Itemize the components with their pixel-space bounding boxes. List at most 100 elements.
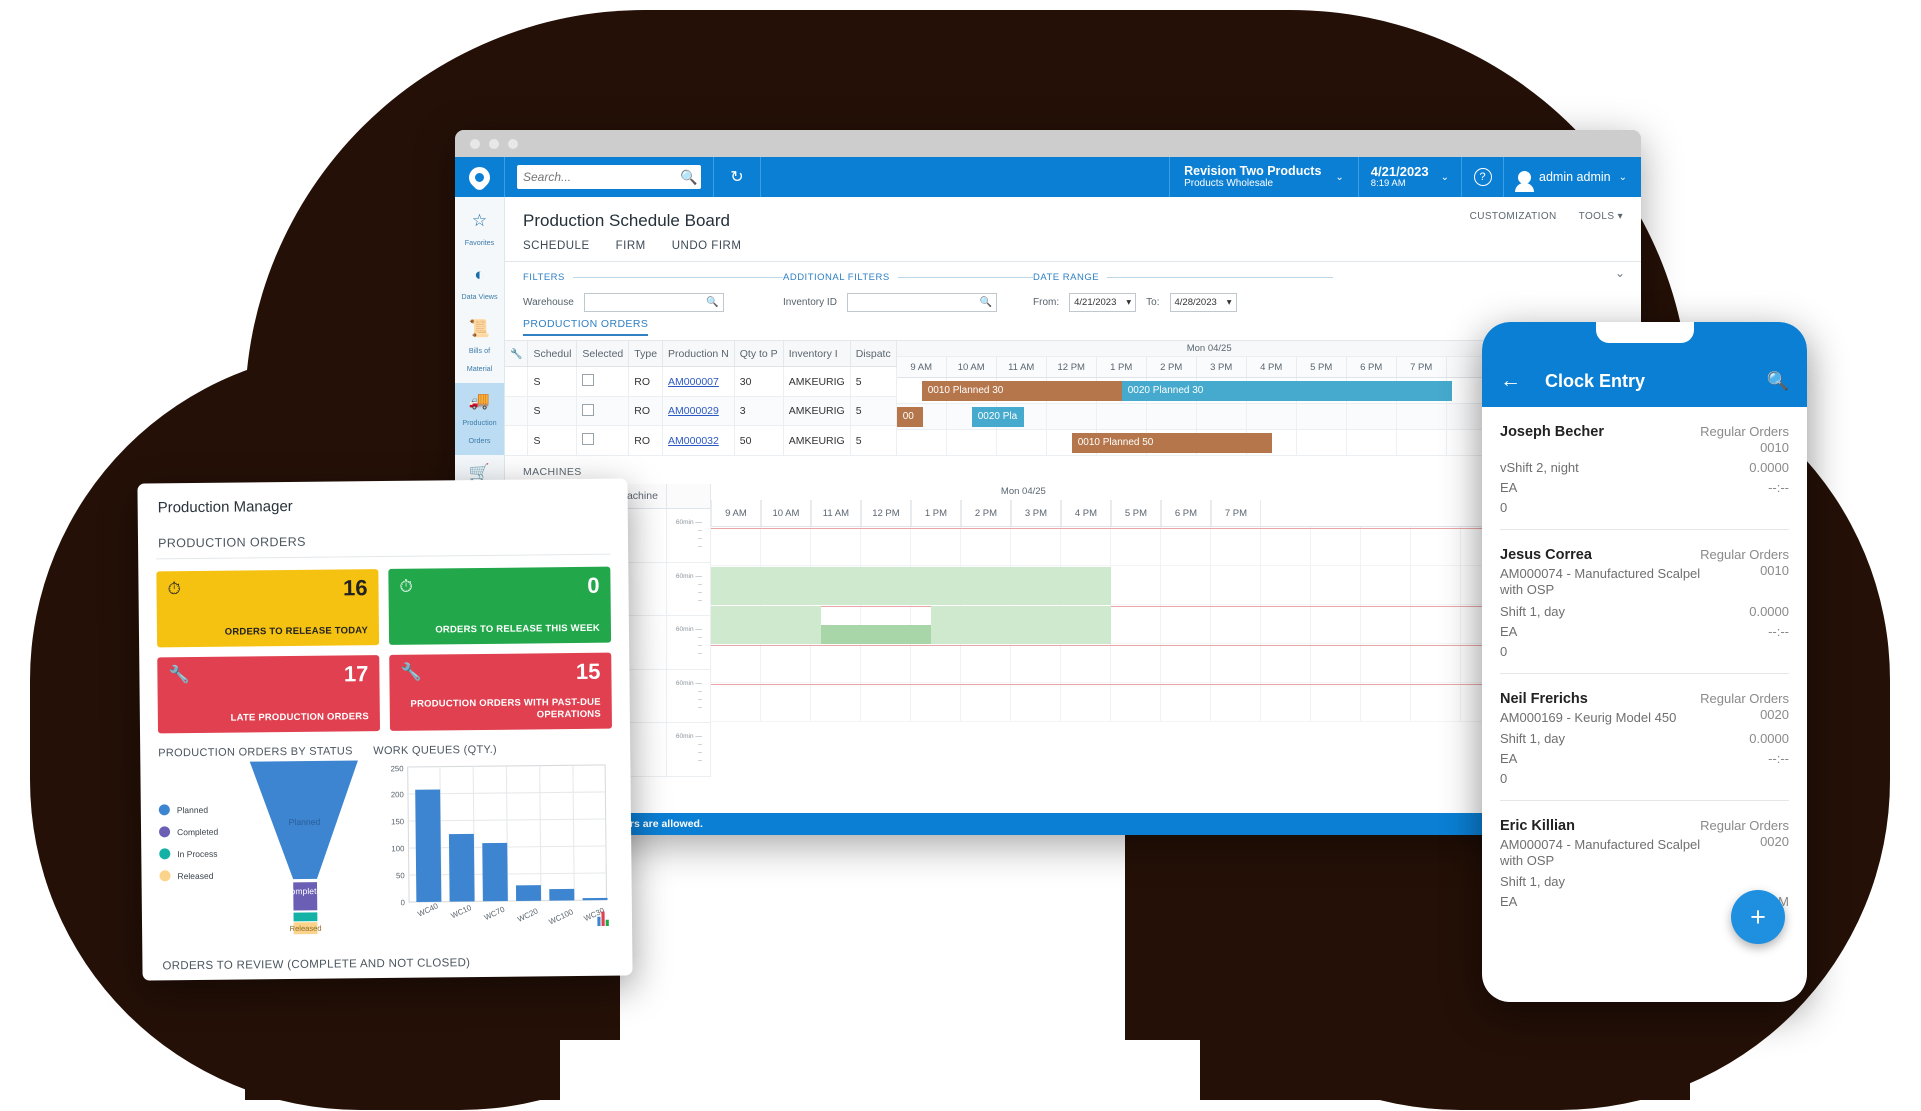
- column-settings-header[interactable]: 🔧: [505, 341, 529, 368]
- gantt-bar[interactable]: 0010 Planned 50: [1071, 433, 1272, 453]
- page-header: Production Schedule Board CUSTOMIZATION …: [505, 197, 1641, 231]
- search-icon[interactable]: 🔍: [706, 297, 718, 308]
- bar-wc20[interactable]: [515, 885, 542, 901]
- table-row[interactable]: S RO AM000007 30 AMKEURIG 5: [505, 366, 897, 397]
- arrow-left-icon[interactable]: ←: [1500, 369, 1521, 393]
- funnel-chart[interactable]: Planned Completed In Process Released Pl…: [158, 760, 365, 935]
- date-range-title-text: DATE RANGE: [1033, 272, 1100, 283]
- machines-hour-tick: 11 AM: [810, 500, 861, 526]
- app-body: ☆ Favorites ◐ Data Views 📜 Bills of Mate…: [455, 197, 1641, 835]
- gantt-bar[interactable]: 00: [896, 407, 923, 427]
- cell-selected[interactable]: [576, 396, 630, 427]
- sidebar-item-label: Production Orders: [462, 418, 497, 445]
- chevron-down-icon: ⌄: [1618, 171, 1627, 183]
- funnel-segment-in-process[interactable]: [293, 912, 318, 922]
- background-blob-cutout-2: [560, 1040, 1200, 1111]
- window-close-dot[interactable]: [470, 138, 480, 149]
- list-item[interactable]: Neil Frerichs Regular Orders AM000169 - …: [1500, 674, 1789, 801]
- list-item[interactable]: Jesus Correa Regular Orders AM000074 - M…: [1500, 530, 1789, 674]
- count-value: 0: [1500, 770, 1508, 786]
- tab-production-orders[interactable]: PRODUCTION ORDERS: [523, 318, 649, 336]
- checkbox[interactable]: [582, 403, 595, 416]
- bar-wc40[interactable]: [415, 789, 442, 902]
- column-header-qty-to-produce[interactable]: Qty to P: [734, 341, 784, 368]
- warehouse-input[interactable]: 🔍: [583, 293, 724, 312]
- kpi-tile-late-production-orders[interactable]: 🔧 17 LATE PRODUCTION ORDERS: [157, 655, 381, 734]
- list-item[interactable]: Joseph Becher Regular Orders 0010 vShift…: [1500, 407, 1789, 530]
- gantt-hour-tick: 2 PM: [1147, 357, 1197, 377]
- gantt-bar[interactable]: 0020 Planned 30: [1121, 381, 1452, 401]
- funnel-chart-container: PRODUCTION ORDERS BY STATUS Planned Comp…: [158, 745, 365, 950]
- bar-wc10[interactable]: [448, 833, 475, 902]
- date-to-select[interactable]: 4/28/2023 ▾: [1169, 293, 1237, 312]
- column-header-selected[interactable]: Selected: [576, 341, 630, 368]
- search-icon[interactable]: 🔍: [979, 297, 991, 308]
- shift-label: vShift 2, night: [1500, 460, 1579, 475]
- load-block[interactable]: [710, 606, 821, 644]
- load-block[interactable]: [710, 567, 1111, 605]
- tab-undo-firm[interactable]: UNDO FIRM: [672, 240, 742, 252]
- user-menu[interactable]: admin admin ⌄: [1503, 157, 1641, 197]
- window-maximize-dot[interactable]: [508, 138, 518, 149]
- column-header-scheduled[interactable]: Schedul: [527, 341, 578, 368]
- tab-firm[interactable]: FIRM: [616, 240, 646, 252]
- collapse-filters-icon[interactable]: ⌄: [1615, 266, 1625, 280]
- load-block-overload[interactable]: [820, 625, 931, 644]
- cell-selected[interactable]: [576, 425, 630, 456]
- bar-wc70[interactable]: [482, 842, 508, 902]
- sidebar-item-bills-of-material[interactable]: 📜 Bills of Material: [455, 311, 504, 383]
- production-order-link[interactable]: AM000007: [668, 376, 719, 388]
- tab-schedule[interactable]: SCHEDULE: [523, 240, 590, 252]
- column-header-inventory-id[interactable]: Inventory I: [783, 341, 851, 368]
- production-order-link[interactable]: AM000029: [668, 405, 719, 417]
- sidebar-item-favorites[interactable]: ☆ Favorites: [455, 203, 504, 257]
- customization-button[interactable]: CUSTOMIZATION: [1470, 211, 1557, 222]
- sidebar-item-data-views[interactable]: ◐ Data Views: [455, 257, 504, 311]
- sidebar-item-production-orders[interactable]: 🚚 Production Orders: [455, 383, 504, 455]
- checkbox[interactable]: [582, 374, 595, 387]
- bar-wc100[interactable]: [549, 888, 575, 901]
- gantt-bar[interactable]: 0010 Planned 30: [921, 381, 1122, 401]
- column-header-production-nbr[interactable]: Production N: [662, 341, 735, 368]
- x-tick: WC100: [547, 907, 575, 927]
- tenant-selector[interactable]: Revision Two Products Products Wholesale…: [1169, 157, 1358, 197]
- cart-plus-icon: 🛒: [468, 463, 491, 482]
- recent-history-button[interactable]: ↻: [713, 157, 761, 197]
- column-header-dispatch[interactable]: Dispatc: [850, 341, 897, 368]
- business-date-selector[interactable]: 4/21/2023 8:19 AM ⌄: [1357, 157, 1461, 197]
- date-to-value: 4/28/2023: [1174, 297, 1217, 308]
- search-box[interactable]: 🔍: [517, 165, 701, 189]
- inventory-id-input[interactable]: 🔍: [846, 293, 997, 312]
- app-logo[interactable]: [455, 157, 505, 197]
- help-button[interactable]: ?: [1461, 157, 1503, 197]
- machines-hour-tick: 10 AM: [760, 500, 811, 526]
- column-header-type[interactable]: Type: [628, 341, 664, 368]
- search-icon[interactable]: 🔍: [1767, 371, 1789, 392]
- warehouse-field-row: Warehouse 🔍: [523, 293, 783, 312]
- add-entry-fab[interactable]: +: [1731, 890, 1785, 944]
- table-row[interactable]: S RO AM000032 50 AMKEURIG 5: [505, 425, 897, 456]
- date-from-select[interactable]: 4/21/2023 ▾: [1069, 293, 1137, 312]
- legend-label: In Process: [177, 848, 218, 859]
- window-minimize-dot[interactable]: [489, 138, 499, 149]
- kpi-label: PRODUCTION ORDERS WITH PAST-DUE OPERATIO…: [410, 696, 601, 721]
- checkbox[interactable]: [582, 433, 595, 446]
- cell-selected[interactable]: [576, 366, 630, 397]
- uom-label: EA: [1500, 623, 1518, 639]
- bar-wc30[interactable]: [582, 897, 608, 901]
- gantt-bar[interactable]: 0020 Pla: [971, 407, 1024, 427]
- y-tick: 50: [396, 871, 405, 880]
- cell-scheduled: S: [527, 366, 578, 397]
- kpi-tile-past-due-operations[interactable]: 🔧 15 PRODUCTION ORDERS WITH PAST-DUE OPE…: [389, 652, 613, 731]
- search-input[interactable]: [523, 170, 680, 184]
- load-block[interactable]: [930, 606, 1111, 644]
- work-queues-bar-chart[interactable]: 250 200 150 100 50 0 WC40 WC10 WC70 WC20: [373, 759, 614, 943]
- tools-button[interactable]: TOOLS ▾: [1579, 211, 1623, 222]
- column-header-capacity: [666, 484, 711, 509]
- kpi-tile-orders-to-release-today[interactable]: ⏱ 16 ORDERS TO RELEASE TODAY: [156, 569, 380, 648]
- production-order-link[interactable]: AM000032: [668, 435, 719, 447]
- kpi-tile-orders-to-release-this-week[interactable]: ⏱ 0 ORDERS TO RELEASE THIS WEEK: [388, 566, 612, 645]
- search-icon[interactable]: 🔍: [680, 169, 697, 186]
- table-row[interactable]: S RO AM000029 3 AMKEURIG 5: [505, 396, 897, 427]
- machines-grid-and-gantt: Shift Crew Size Machine 0001 0 0 60min: [505, 484, 1641, 777]
